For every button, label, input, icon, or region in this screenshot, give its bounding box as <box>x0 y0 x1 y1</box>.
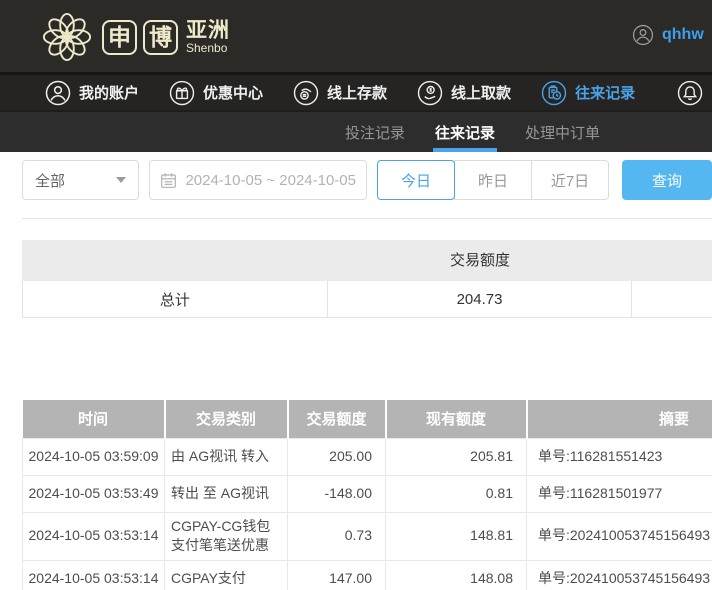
nav-item-my-account[interactable]: 我的账户 <box>45 80 139 106</box>
records-icon <box>541 80 567 105</box>
cell-amount: 147.00 <box>287 559 386 590</box>
col-header-note: 摘要 <box>526 400 712 438</box>
cell-balance: 148.08 <box>385 559 527 590</box>
cell-type: 由 AG视讯 转入 <box>164 437 288 476</box>
nav-label: 我的账户 <box>79 85 140 102</box>
cell-note: 单号:116281501977 <box>526 474 712 513</box>
notifications-button[interactable] <box>677 80 703 111</box>
gift-icon <box>169 80 195 105</box>
cell-amount: 205.00 <box>287 437 386 476</box>
cell-note: 单号:116281551423 <box>526 437 712 476</box>
records-tab-bar: 投注记录 往来记录 处理中订单 <box>0 112 712 152</box>
date-range-value: 2024-10-05 ~ 2024-10-05 <box>185 171 356 189</box>
logo-region-text: 亚洲 <box>186 18 230 42</box>
table-row: 2024-10-05 03:59:09 由 AG视讯 转入 205.00 205… <box>22 437 712 476</box>
date-range-input[interactable]: 2024-10-05 ~ 2024-10-05 <box>149 160 367 200</box>
nav-item-withdraw[interactable]: 线上取款 <box>417 80 511 106</box>
today-button[interactable]: 今日 <box>377 160 455 200</box>
col-header-time: 时间 <box>22 400 166 438</box>
main-navigation: 我的账户 优惠中心 线上存款 线上取款 往来记录 <box>0 75 712 112</box>
summary-table: 交易额度 总计 204.73 <box>22 240 712 318</box>
table-row: 2024-10-05 03:53:49 转出 至 AG视讯 -148.00 0.… <box>22 474 712 513</box>
section-divider <box>22 218 712 219</box>
filter-bar: 全部 2024-10-05 ~ 2024-10-05 今日 昨日 近7日 查询 <box>0 152 712 208</box>
nav-item-promotions[interactable]: 优惠中心 <box>169 80 263 106</box>
type-select-value: 全部 <box>35 172 66 190</box>
yesterday-button[interactable]: 昨日 <box>454 160 532 200</box>
logo-char-shen: 申 <box>102 19 137 55</box>
cell-type: CGPAY-CG钱包支付笔笔送优惠 <box>164 511 288 561</box>
nav-item-transaction-records[interactable]: 往来记录 <box>541 80 635 106</box>
col-header-amount: 交易额度 <box>287 400 387 438</box>
cell-note: 单号:202410053745156493 <box>526 559 712 590</box>
logo-wordmark: 亚洲 Shenbo <box>186 18 230 55</box>
cell-amount: 0.73 <box>287 511 386 561</box>
type-select[interactable]: 全部 <box>22 160 140 200</box>
nav-item-deposit[interactable]: 线上存款 <box>293 80 387 106</box>
user-avatar-icon <box>632 24 654 46</box>
cell-type: CGPAY支付 <box>164 559 288 590</box>
quick-date-buttons: 今日 昨日 近7日 <box>377 160 609 208</box>
user-icon <box>45 80 71 105</box>
transactions-table: 时间 交易类别 交易额度 现有额度 摘要 2024-10-05 03:59:09… <box>22 400 712 590</box>
tab-pending-orders[interactable]: 处理中订单 <box>525 112 600 152</box>
cell-time: 2024-10-05 03:53:49 <box>22 474 165 513</box>
bell-icon <box>677 80 703 106</box>
cell-balance: 0.81 <box>385 474 527 513</box>
nav-label: 往来记录 <box>575 85 636 102</box>
flower-logo-icon <box>42 12 92 62</box>
deposit-icon <box>293 80 319 105</box>
cell-balance: 148.81 <box>385 511 527 561</box>
cell-type: 转出 至 AG视讯 <box>164 474 288 513</box>
summary-total-label: 总计 <box>23 281 328 317</box>
user-account[interactable]: qhhw <box>632 24 712 46</box>
table-row: 2024-10-05 03:53:14 CGPAY支付 147.00 148.0… <box>22 559 712 590</box>
summary-col-header: 交易额度 <box>449 252 510 269</box>
table-row: 2024-10-05 03:53:14 CGPAY-CG钱包支付笔笔送优惠 0.… <box>22 511 712 561</box>
summary-total-row: 总计 204.73 <box>22 281 712 318</box>
top-header: 申 博 亚洲 Shenbo qhhw <box>0 0 712 75</box>
chevron-down-icon <box>116 177 127 183</box>
cell-time: 2024-10-05 03:53:14 <box>22 559 165 590</box>
table-header-row: 时间 交易类别 交易额度 现有额度 摘要 <box>22 400 712 438</box>
calendar-icon <box>161 172 177 188</box>
tab-betting-records[interactable]: 投注记录 <box>345 112 405 152</box>
cell-time: 2024-10-05 03:53:14 <box>22 511 165 561</box>
cell-note: 单号:202410053745156493 <box>526 511 712 561</box>
nav-label: 优惠中心 <box>203 85 264 102</box>
summary-empty-cell <box>632 281 712 317</box>
site-logo[interactable]: 申 博 亚洲 Shenbo <box>38 8 230 66</box>
summary-total-value: 204.73 <box>328 281 633 317</box>
tab-transaction-records[interactable]: 往来记录 <box>433 112 498 152</box>
summary-header-row: 交易额度 <box>22 240 712 281</box>
last-7-days-button[interactable]: 近7日 <box>531 160 609 200</box>
col-header-type: 交易类别 <box>164 400 289 438</box>
logo-char-bo: 博 <box>143 19 178 55</box>
col-header-balance: 现有额度 <box>385 400 528 438</box>
nav-label: 线上存款 <box>327 85 388 102</box>
withdraw-icon <box>417 80 443 105</box>
nav-label: 线上取款 <box>451 85 512 102</box>
cell-amount: -148.00 <box>287 474 386 513</box>
cell-balance: 205.81 <box>385 437 527 476</box>
query-button[interactable]: 查询 <box>622 160 712 200</box>
logo-brand-text: Shenbo <box>186 40 228 55</box>
username-text: qhhw <box>662 26 704 43</box>
cell-time: 2024-10-05 03:59:09 <box>22 437 165 476</box>
